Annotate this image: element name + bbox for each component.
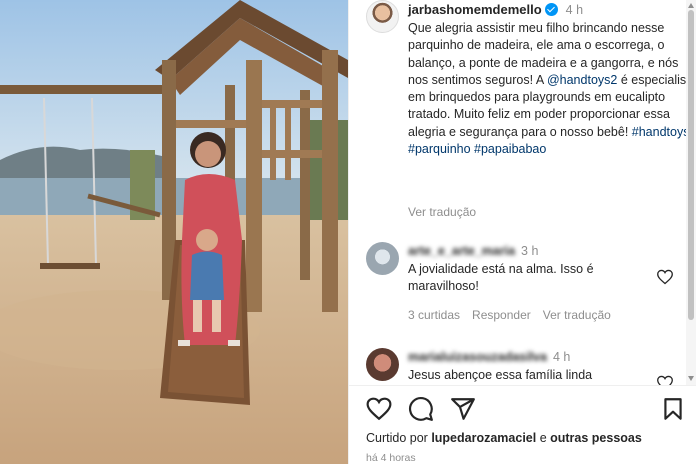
scrollbar-thumb[interactable] [688, 10, 694, 320]
comments-scroll-area[interactable]: jarbashomemdemello 4 h Que alegria assist… [349, 0, 687, 385]
playground-photo [0, 0, 348, 464]
liked-by-others[interactable]: outras pessoas [550, 431, 642, 445]
commenter-username[interactable]: marialuizasouzadasilva [408, 350, 547, 364]
scroll-down-arrow[interactable] [688, 376, 694, 381]
caption-text: Que alegria assistir meu filho brincando… [408, 20, 687, 158]
comment-header: arte_e_arte_maria 3 h [408, 244, 538, 258]
comment-icon[interactable] [408, 396, 434, 422]
post-action-bar: Curtido por lupedarozamaciel e outras pe… [349, 385, 696, 464]
comment-header: marialuizasouzadasilva 4 h [408, 350, 570, 364]
post-image[interactable] [0, 0, 348, 464]
commenter-username[interactable]: arte_e_arte_maria [408, 244, 515, 258]
caption-translate-link[interactable]: Ver tradução [408, 205, 476, 219]
liked-by-middle: e [536, 431, 551, 445]
caption-mention-link[interactable]: @handtoys2 [547, 73, 617, 87]
comment-time[interactable]: 4 h [553, 350, 570, 364]
scrollbar[interactable] [686, 0, 696, 385]
commenter-avatar[interactable] [366, 242, 399, 275]
comment-actions: 3 curtidas Responder Ver tradução [408, 308, 623, 322]
commenter-avatar[interactable] [366, 348, 399, 381]
bookmark-icon[interactable] [660, 396, 686, 422]
scroll-up-arrow[interactable] [688, 3, 694, 8]
post-age[interactable]: há 4 horas [366, 452, 416, 464]
comment-reply-button[interactable]: Responder [472, 308, 531, 322]
liked-by-line: Curtido por lupedarozamaciel e outras pe… [366, 431, 642, 445]
comment-likes-count[interactable]: 3 curtidas [408, 308, 460, 322]
share-icon[interactable] [450, 396, 476, 422]
author-avatar[interactable] [366, 0, 399, 33]
author-username[interactable]: jarbashomemdemello [408, 2, 542, 17]
comment-heart-icon[interactable] [656, 375, 674, 385]
comment-translate-link[interactable]: Ver tradução [543, 308, 611, 322]
post-sidebar: jarbashomemdemello 4 h Que alegria assist… [348, 0, 696, 464]
verified-icon [544, 3, 558, 16]
author-line: jarbashomemdemello 4 h [408, 2, 583, 17]
comment-text: A jovialidade está na alma. Isso é marav… [408, 262, 594, 294]
comment-text: Jesus abençoe essa família linda [408, 368, 593, 382]
heart-icon[interactable] [366, 396, 392, 422]
comment-heart-icon[interactable] [656, 269, 674, 285]
comment-time[interactable]: 3 h [521, 244, 538, 258]
liked-by-prefix: Curtido por [366, 431, 432, 445]
liked-by-user[interactable]: lupedarozamaciel [431, 431, 536, 445]
post-time[interactable]: 4 h [566, 3, 583, 17]
